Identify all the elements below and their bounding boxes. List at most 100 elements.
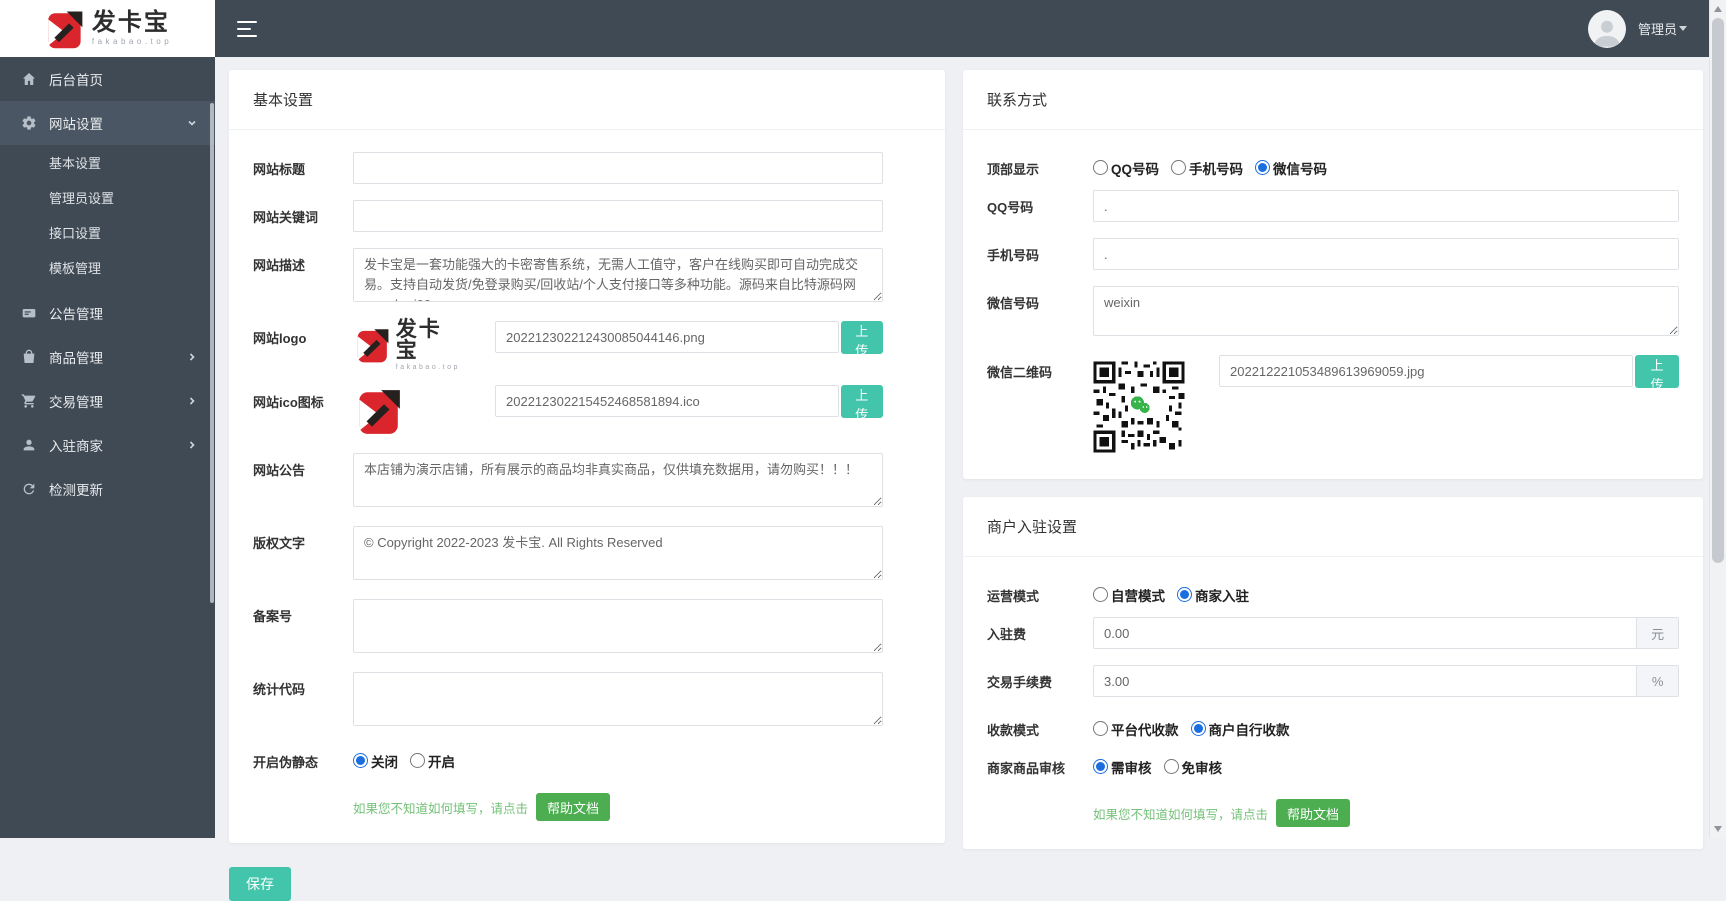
copyright-textarea[interactable]: © Copyright 2022-2023 发卡宝. All Rights Re… — [353, 526, 883, 580]
site-title-label: 网站标题 — [253, 162, 306, 177]
audit-label: 商家商品审核 — [987, 761, 1066, 776]
radio-label: 微信号码 — [1273, 161, 1328, 177]
site-logo-upload-button[interactable]: 上传 — [840, 321, 883, 358]
main-content: 基本设置 网站标题 网站关键词 网站描述 发卡宝是一套功能强大的卡密寄售系统，无… — [215, 57, 1709, 901]
page-scrollbar[interactable] — [1709, 0, 1726, 838]
stats-code-label: 统计代码 — [253, 682, 306, 697]
gear-icon — [22, 116, 36, 130]
wechat-qr-file-input[interactable] — [1219, 355, 1633, 387]
wechat-qr-upload-button[interactable]: 上传 — [1634, 355, 1679, 392]
radio-label: 关闭 — [371, 754, 398, 770]
help-text: 如果您不知道如何填写，请点击 — [353, 801, 529, 816]
bag-icon — [23, 349, 35, 363]
radio-label: 商户自行收款 — [1208, 722, 1290, 738]
qq-input[interactable] — [1093, 190, 1679, 222]
sidebar-item-label: 公告管理 — [49, 307, 103, 322]
mode-self-radio[interactable]: 自营模式 — [1093, 585, 1165, 605]
top-display-qq-radio[interactable]: QQ号码 — [1093, 158, 1159, 178]
rewrite-label: 开启伪静态 — [253, 755, 319, 770]
chevron-down-icon — [188, 120, 196, 126]
radio-label: 手机号码 — [1189, 161, 1244, 177]
scrollbar-up-arrow[interactable] — [1714, 6, 1722, 12]
sidebar-subitem-api-settings[interactable]: 接口设置 — [0, 215, 215, 250]
audit-required-radio[interactable]: 需审核 — [1093, 757, 1152, 777]
radio-label: 需审核 — [1111, 760, 1152, 776]
announcement-icon — [22, 309, 36, 318]
radio-label: 开启 — [428, 754, 455, 770]
radio-label: 自营模式 — [1111, 588, 1165, 604]
sidebar-item-label: 商品管理 — [49, 351, 103, 366]
top-display-wechat-radio[interactable]: 微信号码 — [1255, 158, 1327, 178]
radio-label: 商家入驻 — [1195, 588, 1249, 604]
sidebar-item-merchants[interactable]: 入驻商家 — [0, 423, 215, 467]
mode-merchant-radio[interactable]: 商家入驻 — [1177, 585, 1249, 605]
brand-domain: fakabao.top — [395, 364, 460, 371]
qq-label: QQ号码 — [987, 200, 1034, 215]
wechat-icon — [1127, 392, 1152, 417]
wechat-textarea[interactable]: weixin — [1093, 286, 1679, 336]
entry-fee-label: 入驻费 — [987, 627, 1027, 642]
radio-label: 平台代收款 — [1111, 722, 1179, 738]
site-ico-upload-button[interactable]: 上传 — [840, 385, 883, 422]
sidebar-item-label: 检测更新 — [49, 483, 103, 498]
sidebar-item-dashboard[interactable]: 后台首页 — [0, 57, 215, 101]
user-menu[interactable]: 管理员 — [1638, 19, 1687, 38]
sidebar-item-label: 后台首页 — [49, 73, 103, 88]
audit-free-radio[interactable]: 免审核 — [1163, 757, 1222, 777]
sidebar-subitem-template-manage[interactable]: 模板管理 — [0, 250, 215, 285]
sidebar-scrollbar-thumb[interactable] — [210, 103, 214, 603]
scrollbar-thumb[interactable] — [1712, 18, 1724, 563]
sidebar-item-trades[interactable]: 交易管理 — [0, 379, 215, 423]
rewrite-off-radio[interactable]: 关闭 — [353, 751, 398, 771]
help-text: 如果您不知道如何填写，请点击 — [1093, 807, 1269, 822]
sidebar-item-announcement[interactable]: 公告管理 — [0, 291, 215, 335]
rewrite-on-radio[interactable]: 开启 — [410, 751, 455, 771]
brand-logo[interactable]: 发卡宝 fakabao.top — [0, 0, 215, 57]
icp-label: 备案号 — [253, 609, 293, 624]
entry-fee-unit: 元 — [1636, 617, 1679, 649]
top-display-phone-radio[interactable]: 手机号码 — [1171, 158, 1243, 178]
sidebar-toggle-icon[interactable] — [237, 20, 259, 37]
sidebar-subitem-label: 接口设置 — [49, 226, 102, 241]
top-display-label: 顶部显示 — [987, 162, 1040, 177]
site-desc-textarea[interactable]: 发卡宝是一套功能强大的卡密寄售系统，无需人工值守，客户在线购买即可自动完成交易。… — [353, 248, 883, 302]
sidebar-item-check-update[interactable]: 检测更新 — [0, 467, 215, 511]
entry-fee-input[interactable] — [1093, 617, 1637, 649]
update-icon — [23, 483, 35, 495]
merchant-settings-title: 商户入驻设置 — [963, 497, 1703, 557]
site-logo-label: 网站logo — [253, 331, 307, 346]
chevron-right-icon — [189, 397, 195, 405]
site-ico-file-input[interactable] — [495, 385, 839, 417]
basic-settings-title: 基本设置 — [229, 70, 945, 130]
radio-label: QQ号码 — [1111, 161, 1160, 177]
site-ico-preview — [353, 385, 405, 437]
sidebar-item-site-settings[interactable]: 网站设置 — [0, 101, 215, 145]
sidebar-item-products[interactable]: 商品管理 — [0, 335, 215, 379]
user-name: 管理员 — [1637, 22, 1677, 37]
scrollbar-down-arrow[interactable] — [1714, 826, 1722, 832]
avatar[interactable] — [1587, 9, 1626, 48]
commission-input[interactable] — [1093, 665, 1637, 697]
save-button[interactable]: 保存 — [229, 867, 291, 901]
collect-platform-radio[interactable]: 平台代收款 — [1093, 719, 1179, 739]
chevron-down-icon — [1679, 26, 1687, 31]
phone-input[interactable] — [1093, 238, 1679, 270]
copyright-label: 版权文字 — [253, 536, 306, 551]
brand-name: 发卡宝 — [91, 9, 170, 36]
sidebar-subitem-admin-settings[interactable]: 管理员设置 — [0, 180, 215, 215]
site-keywords-input[interactable] — [353, 200, 883, 232]
site-notice-textarea[interactable]: 本店铺为演示店铺，所有展示的商品均非真实商品，仅供填充数据用，请勿购买！！！ — [353, 453, 883, 507]
help-doc-button[interactable]: 帮助文档 — [1276, 799, 1351, 827]
site-title-input[interactable] — [353, 152, 883, 184]
icp-textarea[interactable] — [353, 599, 883, 653]
help-doc-button[interactable]: 帮助文档 — [536, 793, 611, 821]
sidebar: 后台首页 网站设置 基本设置 管理员设置 接口设置 模板管理 公告管理 商品管理… — [0, 57, 215, 838]
chevron-right-icon — [189, 353, 195, 361]
brand-logo-icon — [357, 329, 389, 363]
collect-self-radio[interactable]: 商户自行收款 — [1190, 719, 1290, 739]
sidebar-subitem-basic-settings[interactable]: 基本设置 — [0, 145, 215, 180]
site-logo-file-input[interactable] — [495, 321, 839, 353]
home-icon — [23, 73, 35, 85]
mode-label: 运营模式 — [987, 589, 1040, 604]
stats-code-textarea[interactable] — [353, 672, 883, 726]
